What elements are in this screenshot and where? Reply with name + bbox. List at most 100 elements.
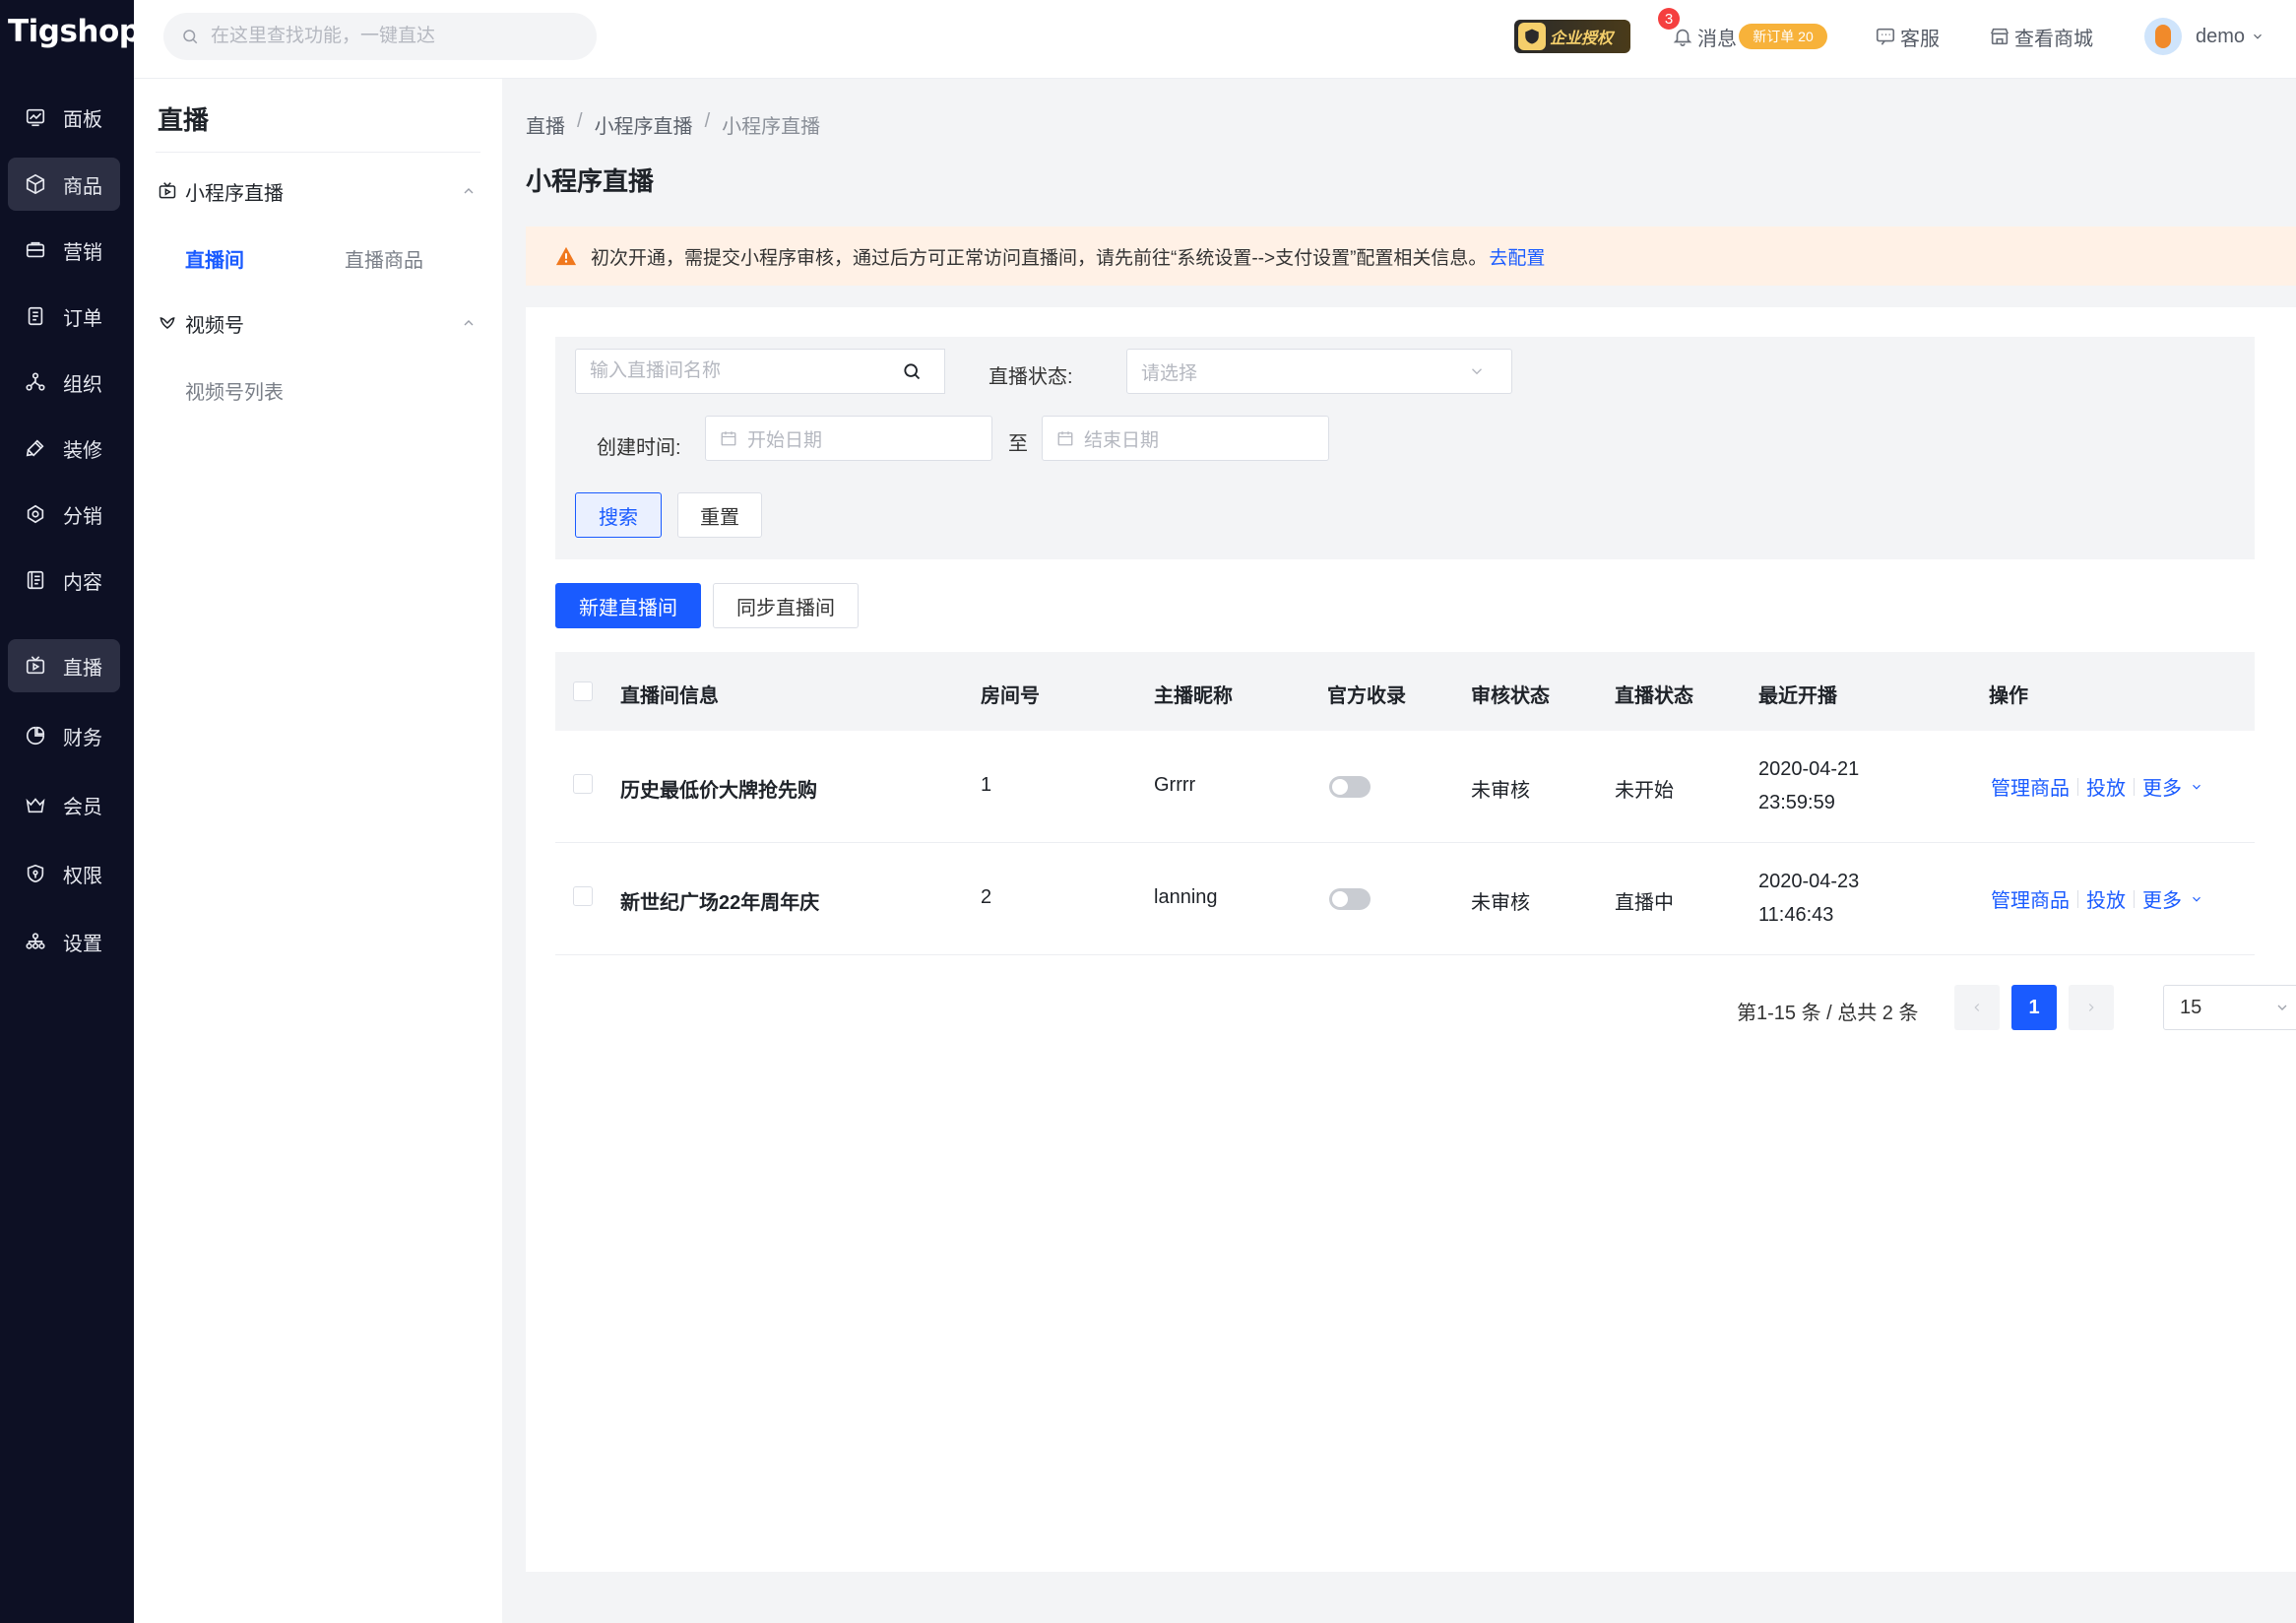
configure-link[interactable]: 去配置 xyxy=(1489,243,1545,270)
row-checkbox[interactable] xyxy=(573,886,593,906)
more-link[interactable]: 更多 xyxy=(2142,884,2182,913)
manage-products-link[interactable]: 管理商品 xyxy=(1991,884,2070,913)
app-logo[interactable]: Tigshop xyxy=(8,14,141,57)
start-date-picker[interactable]: 开始日期 xyxy=(705,416,992,461)
nav-item-label: 会员 xyxy=(63,796,102,818)
live-status: 直播中 xyxy=(1615,892,1674,914)
nav-item-permissions[interactable]: 权限 xyxy=(8,847,120,900)
nav-item-live[interactable]: 直播 xyxy=(8,639,120,692)
search-input[interactable] xyxy=(211,26,565,47)
table-row: 历史最低价大牌抢先购 1 Grrrr 未审核 未开始 2020-04-21 23… xyxy=(555,731,2255,843)
new-order-badge[interactable]: 新订单 20 xyxy=(1739,24,1827,49)
th-room-info: 直播间信息 xyxy=(620,685,719,707)
nav-item-content[interactable]: 内容 xyxy=(8,553,120,607)
start-date-placeholder: 开始日期 xyxy=(747,429,823,451)
nav-item-decorate[interactable]: 装修 xyxy=(8,422,120,475)
nav-item-finance[interactable]: 财务 xyxy=(8,709,120,762)
select-all-checkbox[interactable] xyxy=(573,682,593,701)
nav-item-marketing[interactable]: 营销 xyxy=(8,224,120,277)
group-mini-program-live[interactable]: 小程序直播 xyxy=(158,173,482,209)
breadcrumb-item[interactable]: 直播 xyxy=(526,110,565,139)
nav-item-label: 分销 xyxy=(63,505,102,528)
name-search-button[interactable] xyxy=(878,349,945,394)
status-select[interactable]: 请选择 xyxy=(1126,349,1512,394)
sub-item-channel-list[interactable]: 视频号列表 xyxy=(185,376,284,405)
search-icon xyxy=(903,363,920,380)
enterprise-auth-badge[interactable]: 企业授权 xyxy=(1514,20,1630,53)
nav-item-settings[interactable]: 设置 xyxy=(8,915,120,968)
room-name: 新世纪广场22年周年庆 xyxy=(620,892,820,914)
nav-item-label: 订单 xyxy=(63,307,102,330)
page-title: 小程序直播 xyxy=(526,166,655,196)
prev-page-button[interactable] xyxy=(1954,985,2000,1030)
room-number: 1 xyxy=(981,774,992,796)
group-channels[interactable]: 视频号 xyxy=(158,305,482,341)
chevron-down-icon xyxy=(2193,784,2200,790)
more-link[interactable]: 更多 xyxy=(2142,772,2182,801)
nav-item-label: 直播 xyxy=(63,657,102,680)
config-alert: 初次开通，需提交小程序审核，通过后方可正常访问直播间，请先前往“系统设置-->支… xyxy=(526,227,2296,286)
nav-item-members[interactable]: 会员 xyxy=(8,778,120,831)
chevron-down-icon xyxy=(2277,1005,2287,1010)
customer-service-link[interactable]: 客服 xyxy=(1875,22,1940,51)
last-live-date: 2020-04-21 xyxy=(1758,758,1860,780)
list-card: 直播状态: 请选择 创建时间: 开始日期 至 结束日期 搜索 重置 新建直播间 … xyxy=(526,307,2296,1572)
table-header: 直播间信息 房间号 主播昵称 官方收录 审核状态 直播状态 最近开播 操作 xyxy=(555,652,2255,731)
table-row: 新世纪广场22年周年庆 2 lanning 未审核 直播中 2020-04-23… xyxy=(555,843,2255,955)
user-menu[interactable]: demo xyxy=(2196,22,2264,51)
nav-item-distribution[interactable]: 分销 xyxy=(8,487,120,541)
nav-item-label: 面板 xyxy=(63,108,102,131)
paint-icon xyxy=(24,436,47,460)
sub-item-live-products[interactable]: 直播商品 xyxy=(345,244,423,273)
finance-icon xyxy=(24,724,47,747)
nav-item-orders[interactable]: 订单 xyxy=(8,290,120,343)
deliver-link[interactable]: 投放 xyxy=(2086,884,2126,913)
global-search[interactable] xyxy=(163,13,597,60)
auth-badge-label: 企业授权 xyxy=(1550,31,1614,47)
view-store-link[interactable]: 查看商城 xyxy=(1989,22,2093,51)
next-page-button[interactable] xyxy=(2069,985,2114,1030)
organization-icon xyxy=(24,370,47,394)
alert-text: 初次开通，需提交小程序审核，通过后方可正常访问直播间，请先前往“系统设置-->支… xyxy=(591,247,1488,269)
nav-item-dashboard[interactable]: 面板 xyxy=(8,91,120,144)
deliver-link[interactable]: 投放 xyxy=(2086,772,2126,801)
official-toggle[interactable] xyxy=(1329,776,1371,798)
calendar-icon xyxy=(721,431,736,446)
calendar-icon xyxy=(1057,431,1073,446)
store-icon xyxy=(1990,28,2009,45)
manage-products-link[interactable]: 管理商品 xyxy=(1991,772,2070,801)
sub-item-live-room[interactable]: 直播间 xyxy=(185,244,244,273)
nav-item-organization[interactable]: 组织 xyxy=(8,356,120,409)
row-actions: 管理商品 投放 更多 xyxy=(1991,884,2203,913)
sync-live-room-button[interactable]: 同步直播间 xyxy=(713,583,859,628)
room-number: 2 xyxy=(981,886,992,908)
settings-icon xyxy=(24,930,47,953)
search-button[interactable]: 搜索 xyxy=(575,492,662,538)
room-name-input[interactable] xyxy=(590,360,879,382)
chevron-up-icon xyxy=(464,188,474,194)
nav-item-products[interactable]: 商品 xyxy=(8,158,120,211)
messages-label: 消息 xyxy=(1697,28,1737,50)
reset-button[interactable]: 重置 xyxy=(677,492,762,538)
messages-link[interactable]: 消息 xyxy=(1672,22,1737,51)
end-date-placeholder: 结束日期 xyxy=(1084,429,1160,451)
filter-panel: 直播状态: 请选择 创建时间: 开始日期 至 结束日期 搜索 重置 xyxy=(555,337,2255,559)
avatar[interactable] xyxy=(2144,18,2182,55)
box-icon xyxy=(24,172,47,196)
create-live-room-button[interactable]: 新建直播间 xyxy=(555,583,701,628)
nav-item-label: 设置 xyxy=(63,933,102,955)
breadcrumb-separator: / xyxy=(704,110,711,132)
nav-item-label: 装修 xyxy=(63,439,102,462)
marketing-icon xyxy=(24,238,47,262)
warning-icon xyxy=(555,246,577,266)
breadcrumb-current: 小程序直播 xyxy=(722,116,821,138)
official-toggle[interactable] xyxy=(1329,888,1371,910)
page-size-select[interactable]: 15 xyxy=(2163,985,2296,1030)
row-checkbox[interactable] xyxy=(573,774,593,794)
page-button-current[interactable]: 1 xyxy=(2011,985,2057,1030)
room-name-field[interactable] xyxy=(575,349,880,394)
nav-item-label: 营销 xyxy=(63,241,102,264)
dashboard-icon xyxy=(24,105,47,129)
end-date-picker[interactable]: 结束日期 xyxy=(1042,416,1329,461)
breadcrumb-item[interactable]: 小程序直播 xyxy=(595,110,693,139)
